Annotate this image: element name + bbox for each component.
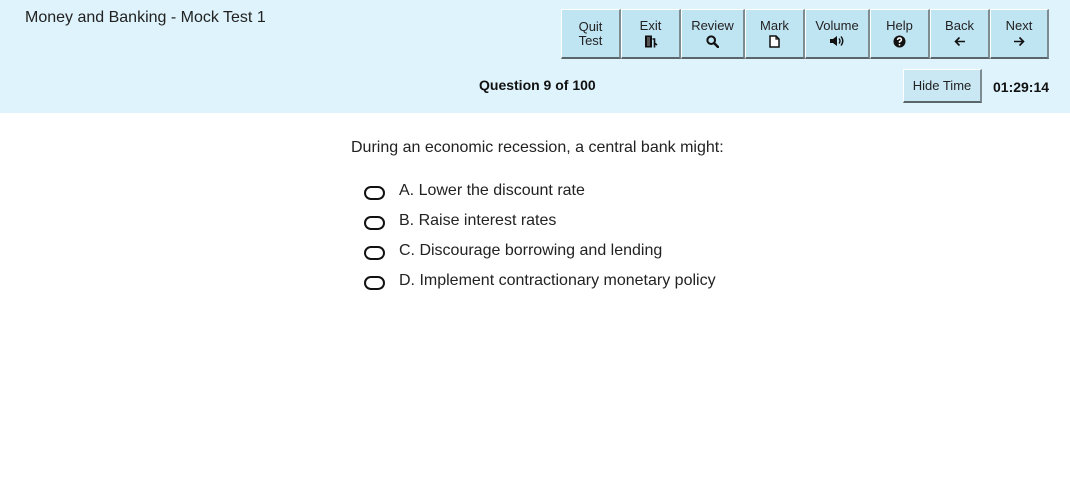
next-label: Next (1005, 18, 1033, 33)
test-title: Money and Banking - Mock Test 1 (25, 9, 266, 26)
volume-button[interactable]: Volume (805, 9, 870, 59)
option-label: D. Implement contractionary monetary pol… (399, 272, 716, 289)
toolbar: Quit Test Exit Review Mark Volume Help B… (561, 9, 1049, 59)
answer-options: A. Lower the discount rate B. Raise inte… (364, 176, 716, 296)
document-icon (769, 34, 780, 48)
review-button[interactable]: Review (681, 9, 745, 59)
mark-button[interactable]: Mark (745, 9, 805, 59)
answer-option-d[interactable]: D. Implement contractionary monetary pol… (364, 266, 716, 296)
volume-label: Volume (815, 18, 859, 33)
review-label: Review (691, 18, 734, 33)
quit-test-label: Quit Test (578, 18, 603, 48)
exam-header: Money and Banking - Mock Test 1 Quit Tes… (0, 0, 1070, 113)
radio-button[interactable] (364, 246, 385, 260)
radio-button[interactable] (364, 186, 385, 200)
hide-time-button[interactable]: Hide Time (903, 69, 982, 103)
radio-button[interactable] (364, 276, 385, 290)
answer-option-b[interactable]: B. Raise interest rates (364, 206, 716, 236)
radio-button[interactable] (364, 216, 385, 230)
option-label: B. Raise interest rates (399, 212, 557, 229)
question-text: During an economic recession, a central … (351, 139, 724, 156)
exit-label: Exit (639, 18, 662, 33)
help-button[interactable]: Help (870, 9, 930, 59)
arrow-right-icon (1013, 34, 1025, 48)
answer-option-a[interactable]: A. Lower the discount rate (364, 176, 716, 206)
arrow-left-icon (953, 34, 966, 48)
option-label: C. Discourage borrowing and lending (399, 242, 663, 259)
back-label: Back (945, 18, 974, 33)
mark-label: Mark (760, 18, 789, 33)
exit-button[interactable]: Exit (621, 9, 681, 59)
exit-door-icon (644, 34, 658, 48)
option-label: A. Lower the discount rate (399, 182, 585, 199)
speaker-icon (829, 34, 845, 48)
question-counter: Question 9 of 100 (479, 77, 596, 93)
time-remaining: 01:29:14 (993, 79, 1050, 95)
question-circle-icon (893, 34, 906, 48)
next-button[interactable]: Next (990, 9, 1049, 59)
answer-option-c[interactable]: C. Discourage borrowing and lending (364, 236, 716, 266)
quit-test-button[interactable]: Quit Test (561, 9, 621, 59)
back-button[interactable]: Back (930, 9, 990, 59)
help-label: Help (886, 18, 913, 33)
magnifier-icon (706, 34, 719, 48)
